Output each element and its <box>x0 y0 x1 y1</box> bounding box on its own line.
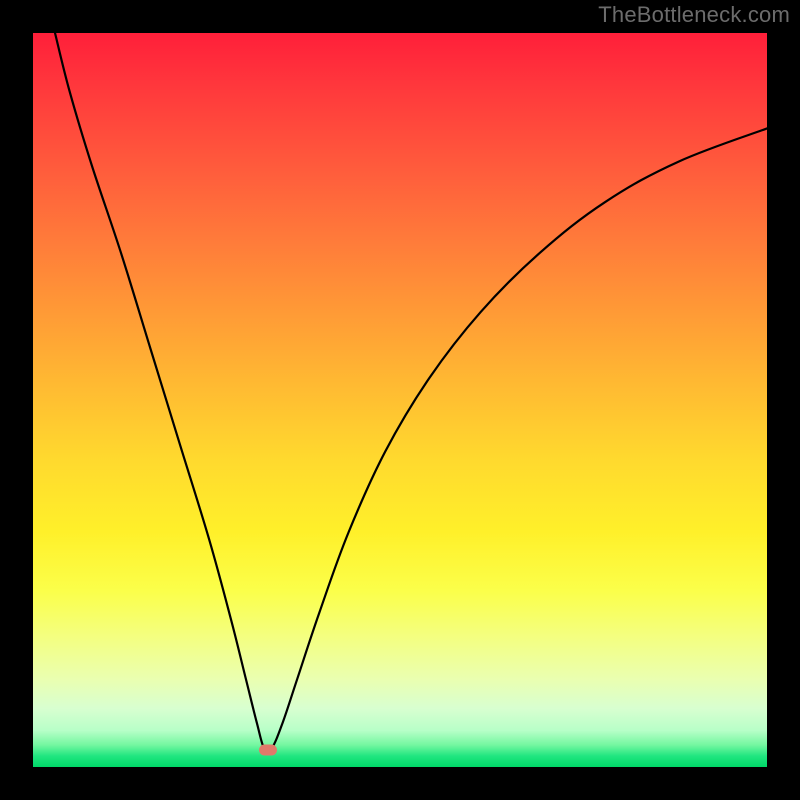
plot-area <box>33 33 767 767</box>
minimum-marker <box>259 745 277 756</box>
bottleneck-curve <box>33 33 767 767</box>
chart-frame: TheBottleneck.com <box>0 0 800 800</box>
watermark-text: TheBottleneck.com <box>598 2 790 28</box>
